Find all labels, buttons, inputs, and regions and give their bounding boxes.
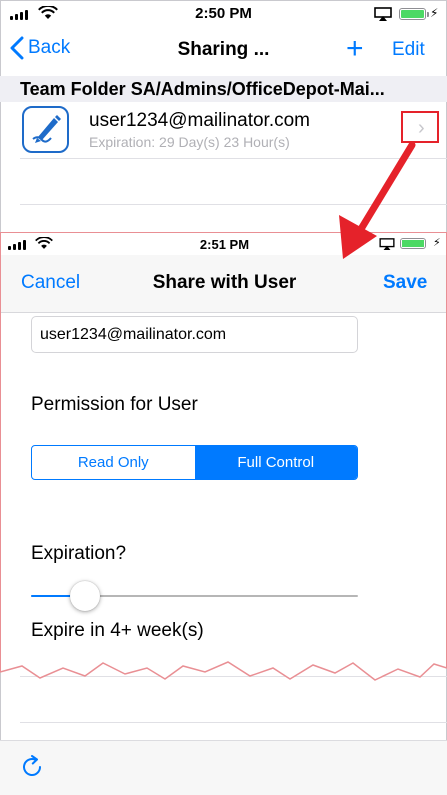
share-with-user-panel: 2:51 PM ⚡ Cancel Share with User Save us… [0,232,447,680]
share-expiration: Expiration: 29 Day(s) 23 Hour(s) [89,134,290,150]
airplay-icon [379,238,395,250]
overlay-navigation-bar: Cancel Share with User Save [1,255,446,313]
permission-segmented-control[interactable]: Read Only Full Control [31,445,358,480]
bottom-toolbar [0,740,447,795]
expiration-label: Expiration? [31,543,127,564]
charging-bolt-icon: ⚡ [433,237,441,249]
document-edit-icon [22,106,69,153]
battery-icon [400,238,426,249]
full-control-segment[interactable]: Full Control [194,446,357,479]
battery-icon [399,8,429,20]
email-field[interactable]: user1234@mailinator.com [31,316,358,353]
row-separator [20,204,447,205]
overlay-title: Share with User [152,272,297,293]
share-list-item[interactable]: user1234@mailinator.com Expiration: 29 D… [0,102,447,158]
airplay-icon [374,7,392,21]
share-email: user1234@mailinator.com [89,110,311,131]
save-button[interactable]: Save [383,272,427,294]
navigation-bar: Back Sharing ... + Edit [0,26,447,76]
read-only-segment[interactable]: Read Only [32,446,195,479]
expire-duration-text: Expire in 4+ week(s) [31,620,204,641]
refresh-icon[interactable] [18,753,46,781]
slider-thumb[interactable] [70,581,101,611]
expiration-slider[interactable] [31,581,358,611]
folder-path-header: Team Folder SA/Admins/OfficeDepot-Mai... [0,76,447,102]
row-separator [20,158,447,159]
overlay-status-bar: 2:51 PM ⚡ [1,233,446,255]
page-title: Sharing ... [177,39,270,60]
highlight-annotation-box [401,111,439,143]
edit-button[interactable]: Edit [392,39,425,61]
status-bar: 2:50 PM ⚡ [0,0,447,26]
add-button[interactable]: + [346,34,364,64]
row-separator [20,722,447,723]
permission-label: Permission for User [31,394,198,415]
charging-bolt-icon: ⚡ [430,6,439,20]
